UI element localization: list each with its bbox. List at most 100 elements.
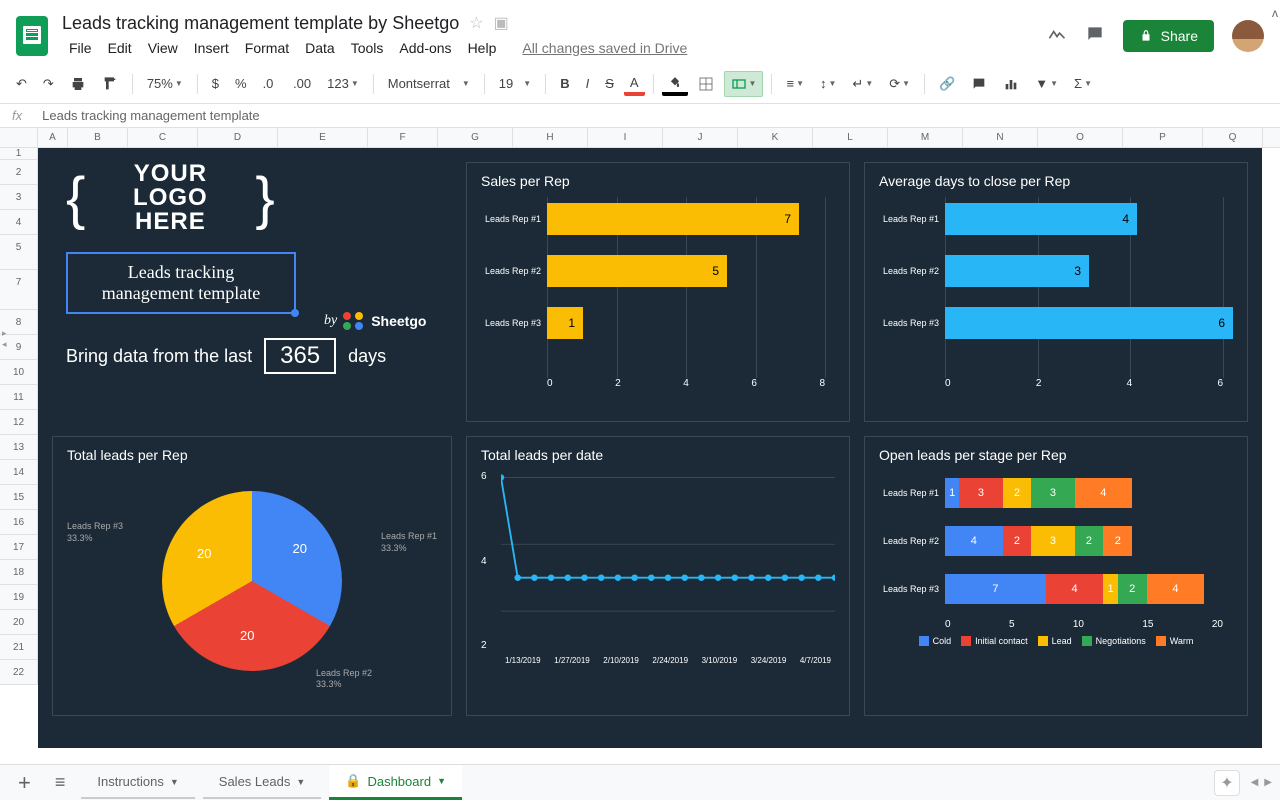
col-header[interactable]: A (38, 128, 68, 147)
fill-color-button[interactable] (662, 72, 688, 96)
row-header[interactable]: 11 (0, 385, 38, 410)
row-header[interactable]: 1 (0, 148, 38, 160)
font-size-select[interactable]: 19▼ (493, 72, 537, 95)
document-title[interactable]: Leads tracking management template by Sh… (62, 13, 459, 34)
menu-help[interactable]: Help (461, 36, 504, 60)
filter-button[interactable]: ▼▼ (1029, 72, 1064, 95)
col-header[interactable]: J (663, 128, 738, 147)
menu-insert[interactable]: Insert (187, 36, 236, 60)
col-header[interactable]: B (68, 128, 128, 147)
italic-button[interactable]: I (580, 72, 596, 95)
row-header[interactable]: 3 (0, 185, 38, 210)
increase-decimal-button[interactable]: .00 (287, 72, 317, 95)
wrap-button[interactable]: ↵▼ (846, 72, 879, 96)
folder-icon[interactable]: ▣ (494, 13, 509, 33)
percent-button[interactable]: % (229, 72, 253, 95)
col-header[interactable]: O (1038, 128, 1123, 147)
redo-button[interactable]: ↷ (37, 72, 60, 96)
merge-cells-button[interactable]: ▼ (724, 71, 764, 97)
row-header[interactable]: 22 (0, 660, 38, 685)
row-header[interactable]: 7 (0, 270, 38, 310)
row-header[interactable]: 16 (0, 510, 38, 535)
scroll-right-icon[interactable]: ▶ (1262, 775, 1274, 790)
row-header[interactable]: 4 (0, 210, 38, 235)
row-header[interactable]: 21 (0, 635, 38, 660)
menu-addons[interactable]: Add-ons (392, 36, 458, 60)
col-header[interactable]: I (588, 128, 663, 147)
days-input[interactable]: 365 (264, 338, 336, 374)
undo-button[interactable]: ↶ (10, 72, 33, 96)
rotate-button[interactable]: ⟳▼ (883, 72, 916, 96)
row-header[interactable]: 5 (0, 235, 38, 270)
all-sheets-button[interactable]: ≡ (47, 772, 74, 793)
h-align-button[interactable]: ≡▼ (780, 72, 810, 95)
font-select[interactable]: Montserrat▼ (382, 72, 476, 95)
row-header[interactable]: 15 (0, 485, 38, 510)
sales-per-rep-chart[interactable]: Sales per Rep Leads Rep #17Leads Rep #25… (466, 162, 850, 422)
sheet-tab-sales-leads[interactable]: Sales Leads▼ (203, 766, 321, 799)
row-collapse-icon[interactable]: ▸◂ (2, 328, 7, 350)
menu-format[interactable]: Format (238, 36, 296, 60)
text-color-button[interactable]: A (624, 71, 645, 96)
star-icon[interactable]: ☆ (469, 13, 483, 33)
insert-chart-button[interactable] (997, 72, 1025, 96)
menu-data[interactable]: Data (298, 36, 342, 60)
menu-edit[interactable]: Edit (101, 36, 139, 60)
menu-file[interactable]: File (62, 36, 99, 60)
user-avatar[interactable] (1232, 20, 1264, 52)
row-header[interactable]: 2 (0, 160, 38, 185)
zoom-select[interactable]: 75%▼ (141, 72, 189, 95)
more-formats-button[interactable]: 123▼ (321, 72, 365, 95)
col-header[interactable]: N (963, 128, 1038, 147)
saved-status[interactable]: All changes saved in Drive (515, 36, 694, 60)
activity-icon[interactable] (1047, 24, 1067, 49)
row-header[interactable]: 20 (0, 610, 38, 635)
link-button[interactable]: 🔗 (933, 72, 961, 96)
col-header[interactable]: E (278, 128, 368, 147)
comment-icon[interactable] (1085, 24, 1105, 49)
bold-button[interactable]: B (554, 72, 575, 95)
borders-button[interactable] (692, 72, 720, 96)
row-header[interactable]: 10 (0, 360, 38, 385)
col-header[interactable]: P (1123, 128, 1203, 147)
row-header[interactable]: 17 (0, 535, 38, 560)
col-header[interactable]: K (738, 128, 813, 147)
row-header[interactable]: 12 (0, 410, 38, 435)
row-header[interactable]: 19 (0, 585, 38, 610)
col-header[interactable]: H (513, 128, 588, 147)
title-box[interactable]: Leads tracking management template (66, 252, 296, 314)
print-button[interactable] (64, 72, 92, 96)
menu-tools[interactable]: Tools (344, 36, 391, 60)
strikethrough-button[interactable]: S (599, 72, 620, 95)
toolbar-expand-toggle[interactable]: ʌ (1272, 6, 1278, 20)
comment-add-button[interactable] (965, 72, 993, 96)
menu-view[interactable]: View (141, 36, 185, 60)
scroll-left-icon[interactable]: ◀ (1249, 775, 1261, 790)
select-all-corner[interactable] (0, 128, 38, 147)
row-header[interactable]: 18 (0, 560, 38, 585)
col-header[interactable]: F (368, 128, 438, 147)
total-leads-pie[interactable]: Total leads per Rep 20 20 20 Leads Rep #… (52, 436, 452, 716)
v-align-button[interactable]: ↕▼ (814, 72, 842, 95)
functions-button[interactable]: Σ▼ (1068, 72, 1098, 95)
sheet-tab-instructions[interactable]: Instructions▼ (81, 766, 194, 799)
row-header[interactable]: 13 (0, 435, 38, 460)
paint-format-button[interactable] (96, 72, 124, 96)
col-header[interactable]: C (128, 128, 198, 147)
col-header[interactable]: G (438, 128, 513, 147)
decrease-decimal-button[interactable]: .0 (257, 72, 283, 95)
currency-button[interactable]: $ (206, 72, 225, 95)
share-button[interactable]: Share (1123, 20, 1214, 52)
total-leads-date-chart[interactable]: Total leads per date 642 1/13/20191/27/2… (466, 436, 850, 716)
avg-days-chart[interactable]: Average days to close per Rep Leads Rep … (864, 162, 1248, 422)
col-header[interactable]: D (198, 128, 278, 147)
col-header[interactable]: M (888, 128, 963, 147)
sheets-logo-icon[interactable] (16, 16, 48, 56)
add-sheet-button[interactable]: + (10, 770, 39, 796)
sheet-tab-dashboard[interactable]: 🔒Dashboard▼ (329, 765, 462, 800)
formula-bar[interactable]: fx Leads tracking management template (0, 104, 1280, 128)
row-header[interactable]: 14 (0, 460, 38, 485)
col-header[interactable]: Q (1203, 128, 1263, 147)
open-leads-stacked-chart[interactable]: Open leads per stage per Rep Leads Rep #… (864, 436, 1248, 716)
explore-button[interactable]: ✦ (1214, 770, 1240, 796)
